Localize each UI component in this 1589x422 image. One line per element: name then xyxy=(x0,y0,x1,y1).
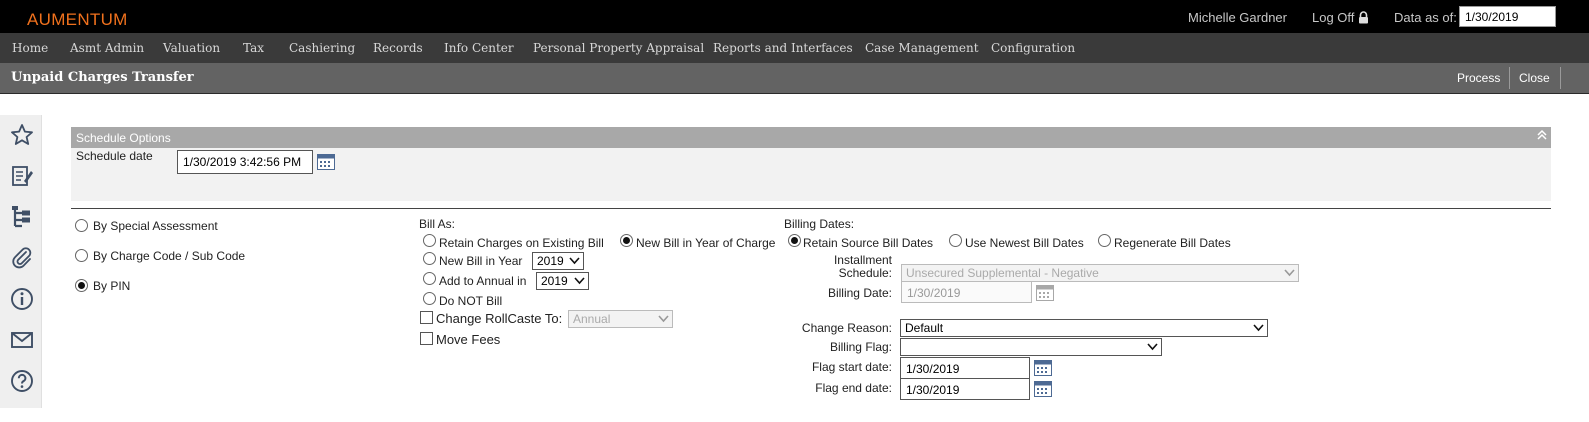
chevron-down-icon xyxy=(574,277,585,285)
regenerate-dates-label: Regenerate Bill Dates xyxy=(1114,236,1231,250)
edit-document-icon[interactable] xyxy=(8,162,36,190)
logoff-link[interactable]: Log Off xyxy=(1312,10,1369,25)
add-to-annual-label: Add to Annual in xyxy=(439,274,527,288)
user-name: Michelle Gardner xyxy=(1188,10,1287,25)
add-to-annual-radio[interactable] xyxy=(423,272,436,285)
by-pin-label: By PIN xyxy=(93,279,131,293)
menu-tax[interactable]: Tax xyxy=(243,41,264,55)
schedule-date-label: Schedule date xyxy=(76,149,153,163)
menu-records[interactable]: Records xyxy=(373,41,423,55)
star-icon[interactable] xyxy=(8,121,36,149)
toolbar-divider xyxy=(1560,67,1561,89)
new-bill-in-year-label: New Bill in Year xyxy=(439,254,523,268)
info-icon[interactable] xyxy=(8,285,36,313)
data-as-of-label: Data as of: xyxy=(1394,10,1457,25)
installment-label-line2: Schedule: xyxy=(838,266,892,280)
schedule-options-header[interactable]: Schedule Options xyxy=(71,127,1551,148)
installment-schedule-select[interactable]: Unsecured Supplemental - Negative xyxy=(901,264,1299,282)
billing-dates-label: Billing Dates: xyxy=(784,217,855,231)
chevron-down-icon xyxy=(658,315,669,323)
top-bar: AUMENTUM Michelle Gardner Log Off Data a… xyxy=(0,0,1589,33)
change-rollcaste-label: Change RollCaste To: xyxy=(436,311,563,326)
new-bill-year-select[interactable]: 2019 xyxy=(532,252,584,270)
main-menu: Home Asmt Admin Valuation Tax Cashiering… xyxy=(0,33,1589,63)
by-charge-code-radio[interactable] xyxy=(75,249,88,262)
retain-source-dates-radio[interactable] xyxy=(788,234,801,247)
calendar-icon[interactable] xyxy=(1034,381,1052,397)
menu-valuation[interactable]: Valuation xyxy=(163,41,220,55)
flag-end-date-label: Flag end date: xyxy=(815,381,892,395)
installment-schedule-value: Unsecured Supplemental - Negative xyxy=(906,266,1099,280)
menu-home[interactable]: Home xyxy=(12,41,48,55)
use-newest-dates-radio[interactable] xyxy=(949,234,962,247)
retain-existing-radio[interactable] xyxy=(423,234,436,247)
page-title: Unpaid Charges Transfer xyxy=(11,70,194,85)
add-to-annual-year-select[interactable]: 2019 xyxy=(536,272,589,290)
new-bill-year-of-charge-radio[interactable] xyxy=(620,234,633,247)
menu-reports-and-interfaces[interactable]: Reports and Interfaces xyxy=(713,41,853,55)
retain-existing-label: Retain Charges on Existing Bill xyxy=(439,236,604,250)
billing-date-input[interactable]: 1/30/2019 xyxy=(901,281,1032,303)
chevron-down-icon xyxy=(1253,324,1264,332)
section-title: Schedule Options xyxy=(76,131,171,145)
billing-flag-label: Billing Flag: xyxy=(829,340,892,354)
process-button[interactable]: Process xyxy=(1457,71,1500,85)
schedule-date-input[interactable]: 1/30/2019 3:42:56 PM xyxy=(177,150,313,174)
new-bill-year-of-charge-label: New Bill in Year of Charge xyxy=(636,236,776,250)
do-not-bill-label: Do NOT Bill xyxy=(439,294,503,308)
logoff-label: Log Off xyxy=(1312,10,1355,25)
menu-configuration[interactable]: Configuration xyxy=(991,41,1075,55)
new-bill-year-value: 2019 xyxy=(537,254,564,268)
menu-cashiering[interactable]: Cashiering xyxy=(289,41,355,55)
calendar-icon[interactable] xyxy=(1036,285,1054,301)
flag-end-date-input[interactable]: 1/30/2019 xyxy=(900,378,1030,400)
page-header: Unpaid Charges Transfer Process Close xyxy=(0,63,1589,94)
add-to-annual-year-value: 2019 xyxy=(541,274,568,288)
move-fees-label: Move Fees xyxy=(436,332,501,347)
rollcaste-value: Annual xyxy=(573,312,611,326)
chevron-down-icon xyxy=(1147,343,1158,351)
hierarchy-icon[interactable] xyxy=(8,203,36,231)
paperclip-icon[interactable] xyxy=(8,244,36,272)
calendar-icon[interactable] xyxy=(1034,360,1052,376)
new-bill-in-year-radio[interactable] xyxy=(423,252,436,265)
sidebar xyxy=(0,115,42,408)
help-icon[interactable] xyxy=(8,367,36,395)
menu-case-management[interactable]: Case Management xyxy=(865,41,979,55)
flag-start-date-label: Flag start date: xyxy=(811,360,892,374)
collapse-icon[interactable] xyxy=(1536,129,1548,144)
by-special-assessment-label: By Special Assessment xyxy=(93,219,218,233)
retain-source-dates-label: Retain Source Bill Dates xyxy=(803,236,934,250)
close-button[interactable]: Close xyxy=(1519,71,1550,85)
move-fees-checkbox[interactable] xyxy=(420,332,433,345)
chevron-down-icon xyxy=(1284,269,1295,277)
app-logo[interactable]: AUMENTUM xyxy=(27,10,128,30)
calendar-icon[interactable] xyxy=(317,154,335,170)
by-special-assessment-radio[interactable] xyxy=(75,219,88,232)
installment-label-line1: Installment xyxy=(833,253,892,267)
by-pin-radio[interactable] xyxy=(75,279,88,292)
billing-date-label: Billing Date: xyxy=(827,286,892,300)
menu-personal-property-appraisal[interactable]: Personal Property Appraisal xyxy=(533,41,704,55)
change-rollcaste-checkbox[interactable] xyxy=(420,311,433,324)
rollcaste-select[interactable]: Annual xyxy=(568,310,673,328)
menu-info-center[interactable]: Info Center xyxy=(444,41,514,55)
chevron-down-icon xyxy=(569,257,580,265)
section-divider xyxy=(71,208,1551,209)
flag-start-date-input[interactable]: 1/30/2019 xyxy=(900,357,1030,379)
change-reason-label: Change Reason: xyxy=(801,321,892,335)
data-as-of-input[interactable]: 1/30/2019 xyxy=(1459,6,1556,27)
bill-as-label: Bill As: xyxy=(419,217,456,231)
mail-icon[interactable] xyxy=(8,326,36,354)
regenerate-dates-radio[interactable] xyxy=(1098,234,1111,247)
by-charge-code-label: By Charge Code / Sub Code xyxy=(93,249,246,263)
billing-flag-select[interactable] xyxy=(900,338,1162,356)
do-not-bill-radio[interactable] xyxy=(423,292,436,305)
use-newest-dates-label: Use Newest Bill Dates xyxy=(965,236,1084,250)
lock-icon xyxy=(1359,11,1369,24)
change-reason-select[interactable]: Default xyxy=(900,319,1268,337)
toolbar-divider xyxy=(1509,67,1510,89)
change-reason-value: Default xyxy=(905,321,944,335)
menu-asmt-admin[interactable]: Asmt Admin xyxy=(70,41,144,55)
